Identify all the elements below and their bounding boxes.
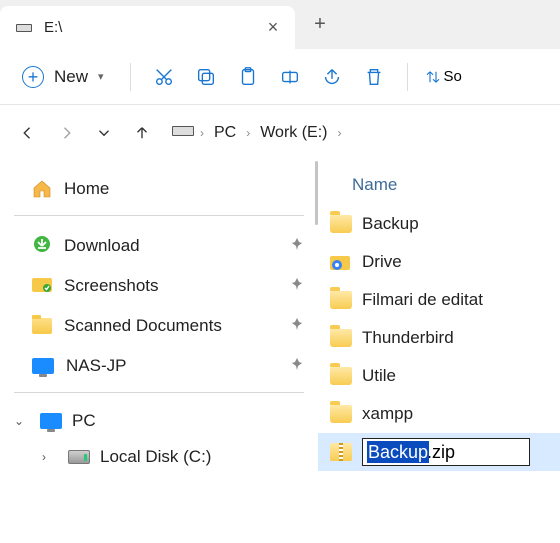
folder-row[interactable]: Thunderbird	[318, 319, 560, 357]
up-button[interactable]	[124, 115, 160, 151]
share-button[interactable]	[313, 58, 351, 96]
pc-icon	[40, 413, 62, 429]
folder-icon	[330, 215, 352, 233]
scissors-icon	[153, 66, 175, 88]
sort-button[interactable]: So	[422, 58, 464, 96]
separator	[407, 63, 408, 91]
zip-icon	[330, 443, 352, 461]
copy-icon	[195, 66, 217, 88]
screenshots-icon	[32, 275, 52, 297]
file-name: xampp	[362, 404, 413, 424]
column-header-name[interactable]: Name	[318, 169, 560, 205]
chevron-down-icon: ▾	[98, 70, 104, 83]
clipboard-icon	[237, 66, 259, 88]
forward-button[interactable]	[48, 115, 84, 151]
tab-title: E:\	[44, 19, 261, 36]
home-icon	[32, 180, 52, 198]
drive-icon	[16, 20, 32, 36]
plus-icon: +	[22, 66, 44, 88]
pin-icon	[290, 357, 304, 375]
folder-icon	[330, 367, 352, 385]
monitor-icon	[32, 358, 54, 374]
tab-strip: E:\ × +	[0, 0, 560, 49]
file-name: Backup	[362, 214, 419, 234]
copy-button[interactable]	[187, 58, 225, 96]
active-tab[interactable]: E:\ ×	[0, 6, 295, 49]
folder-row[interactable]: Utile	[318, 357, 560, 395]
tree-pc[interactable]: ⌄ PC	[14, 403, 304, 439]
sidebar-item-screenshots[interactable]: Screenshots	[14, 266, 304, 306]
sidebar-item-download[interactable]: Download	[14, 226, 304, 266]
sidebar-item-label: NAS-JP	[66, 356, 278, 376]
pin-icon	[290, 317, 304, 335]
breadcrumb-work-e[interactable]: Work (E:)	[256, 120, 331, 146]
folder-row[interactable]: Backup	[318, 205, 560, 243]
delete-button[interactable]	[355, 58, 393, 96]
back-button[interactable]	[10, 115, 46, 151]
file-name: Filmari de editat	[362, 290, 483, 310]
file-name: Drive	[362, 252, 402, 272]
tree-local-disk-label: Local Disk (C:)	[100, 447, 211, 467]
drive-icon	[172, 124, 194, 142]
share-icon	[321, 66, 343, 88]
sidebar-item-scanned-documents[interactable]: Scanned Documents	[14, 306, 304, 346]
sort-icon	[424, 68, 442, 86]
pin-icon	[290, 277, 304, 295]
file-list: Name Backup Drive Filmari de editat Thun…	[318, 161, 560, 543]
drive-shortcut-icon	[330, 251, 352, 273]
new-button[interactable]: + New ▾	[10, 60, 116, 94]
sort-label: So	[444, 68, 462, 85]
sidebar-item-label: Download	[64, 236, 278, 256]
new-tab-button[interactable]: +	[303, 8, 337, 42]
folder-icon	[32, 318, 52, 334]
new-button-label: New	[54, 67, 88, 87]
recent-button[interactable]	[86, 115, 122, 151]
body: Home Download Screenshots Scanned Docume…	[0, 161, 560, 543]
tree-local-disk-c[interactable]: › Local Disk (C:)	[14, 439, 304, 475]
folder-icon	[330, 405, 352, 423]
sidebar-home-label: Home	[64, 179, 304, 199]
trash-icon	[363, 66, 385, 88]
address-bar[interactable]: › PC › Work (E:) ›	[162, 120, 550, 146]
folder-row[interactable]: Filmari de editat	[318, 281, 560, 319]
scrollbar-thumb[interactable]	[315, 161, 318, 225]
rename-button[interactable]	[271, 58, 309, 96]
cut-button[interactable]	[145, 58, 183, 96]
pin-icon	[290, 237, 304, 255]
file-name: Thunderbird	[362, 328, 454, 348]
sidebar: Home Download Screenshots Scanned Docume…	[0, 161, 318, 543]
nav-row: › PC › Work (E:) ›	[0, 105, 560, 161]
folder-icon	[330, 291, 352, 309]
sidebar-item-label: Scanned Documents	[64, 316, 278, 336]
rename-icon	[279, 66, 301, 88]
folder-icon	[330, 329, 352, 347]
sidebar-item-nas[interactable]: NAS-JP	[14, 346, 304, 386]
divider	[14, 215, 304, 216]
tab-close-button[interactable]: ×	[261, 16, 285, 40]
file-row-renaming[interactable]: Backup	[318, 433, 560, 471]
divider	[14, 392, 304, 393]
paste-button[interactable]	[229, 58, 267, 96]
tree-pc-label: PC	[72, 411, 96, 431]
download-icon	[32, 234, 52, 258]
chevron-right-icon: ›	[200, 126, 204, 140]
sidebar-item-label: Screenshots	[64, 276, 278, 296]
file-name: Utile	[362, 366, 396, 386]
breadcrumb-pc[interactable]: PC	[210, 120, 240, 146]
sidebar-home[interactable]: Home	[14, 169, 304, 209]
disk-icon	[68, 450, 90, 464]
chevron-right-icon: ›	[246, 126, 250, 140]
folder-row[interactable]: xampp	[318, 395, 560, 433]
toolbar: + New ▾ So	[0, 49, 560, 105]
rename-input[interactable]	[362, 438, 530, 466]
chevron-right-icon: ›	[338, 126, 342, 140]
chevron-right-icon[interactable]: ›	[42, 450, 58, 464]
separator	[130, 63, 131, 91]
folder-row[interactable]: Drive	[318, 243, 560, 281]
chevron-down-icon[interactable]: ⌄	[14, 414, 30, 428]
